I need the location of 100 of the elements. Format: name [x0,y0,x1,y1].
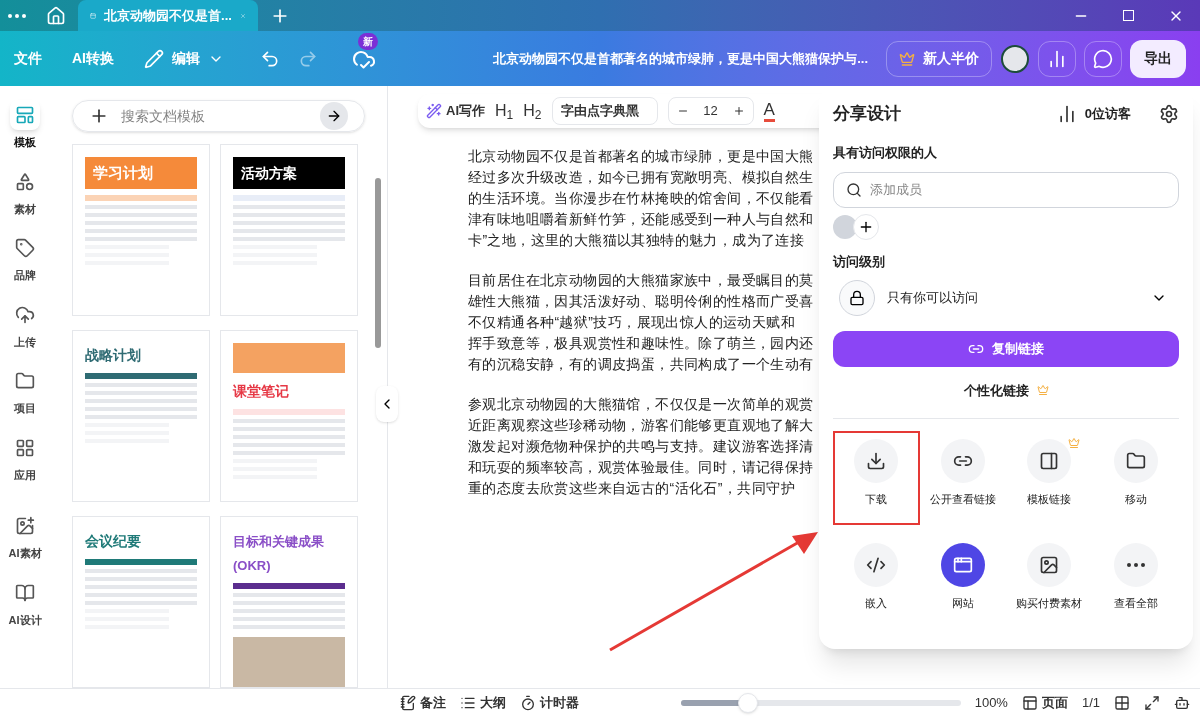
plus-icon[interactable] [732,105,745,117]
new-badge: 新 [358,32,378,50]
share-action[interactable]: 模板链接 [1006,431,1093,525]
template-title: 学习计划 [93,164,153,181]
timer-button[interactable]: 计时器 [520,692,579,713]
analytics-button[interactable] [1038,40,1076,77]
sidebar-item[interactable]: AI素材 [8,511,42,562]
scrollbar-thumb[interactable] [375,178,381,348]
template-title: 战略计划 [85,347,141,363]
share-action[interactable]: 移动 [1092,431,1179,525]
avatar [833,215,857,239]
action-icon [1039,451,1060,471]
share-action[interactable]: 嵌入 [833,535,920,629]
member-search-box[interactable]: 添加成员 [833,172,1179,208]
crown-icon [1036,384,1049,397]
page-view-button[interactable]: 页面 [1021,692,1068,713]
lock-icon [849,289,865,306]
sidebar-icon [15,582,35,603]
maximize-icon[interactable] [1123,10,1134,21]
share-action[interactable]: 购买付费素材 [1006,535,1093,629]
sidebar-icon [15,371,35,391]
notes-icon [400,694,416,711]
sidebar-icon [15,171,35,192]
custom-link-button[interactable]: 个性化链接 [963,380,1029,400]
action-icon [1039,555,1060,575]
action-icon [952,555,973,575]
share-action[interactable]: 网站 [919,535,1006,629]
section-heading: 访问级别 [833,253,886,271]
zoom-slider-thumb[interactable] [737,692,758,713]
assistant-icon[interactable] [1174,694,1190,711]
search-icon [846,182,862,198]
bar-chart-icon [1047,48,1067,69]
share-action[interactable]: 公开查看链接 [919,431,1006,525]
magic-wand-icon [426,103,442,119]
template-card[interactable]: 战略计划 [72,330,210,502]
member-search-input[interactable]: 添加成员 [870,180,1166,200]
document-paragraph: 目前居住在北京动物园的大熊猫家族中，最受瞩目的莫 雄性大熊猫，因其活泼好动、聪明伶俐的性格而广受喜 不仅精通各种“越狱”技巧，展现出惊人的运动天赋和 挥手致意等，极具观赏性和趣味性。除了萌兰，园内还 有的沉稳安静，有的调皮捣蛋，共同构成了一个生动有 [468,271,814,374]
sidebar-item[interactable]: 项目 [10,366,40,417]
collapse-panel-button[interactable] [376,386,398,422]
comment-icon [1093,48,1113,69]
template-title: 活动方案 [241,165,297,181]
outline-button[interactable]: 大纲 [460,692,506,713]
zoom-slider[interactable] [680,691,961,714]
crown-icon [899,50,915,67]
plus-icon [858,219,874,235]
timer-icon [520,694,536,711]
template-card[interactable]: 课堂笔记 [220,330,358,502]
more-icon[interactable] [1126,563,1145,567]
page-icon [1021,694,1038,711]
template-card[interactable]: 活动方案 [220,144,358,316]
sidebar-item[interactable]: 上传 [10,299,40,350]
add-member-button[interactable] [853,214,879,240]
share-action[interactable]: 查看全部 [1092,535,1179,629]
home-icon[interactable] [46,5,66,26]
heading-1-button[interactable]: H$_{1}$ [495,99,514,123]
search-go-button[interactable] [320,102,348,130]
promo-button[interactable]: 新人半价 [886,40,992,77]
sidebar-item[interactable]: 素材 [10,166,40,217]
export-button[interactable]: 导出 [1130,39,1186,78]
heading-2-button[interactable]: H$_{2}$ [523,99,542,123]
section-heading: 具有访问权限的人 [833,143,938,162]
template-search-input[interactable]: 搜索文档模板 [121,105,308,127]
text-color-button[interactable]: A [763,100,775,122]
sidebar-icon [15,516,35,536]
panel-title: 分享设计 [833,103,901,125]
sidebar-icon [15,437,35,458]
template-title: 会议纪要 [85,533,141,549]
font-size-stepper[interactable]: 12 [667,97,754,125]
page-count: 1/1 [1081,693,1100,712]
document-title: 北京动物园不仅是首都著名的城市绿肺，更是中国大熊猫保护与... [493,49,868,68]
copy-link-button[interactable]: 复制链接 [833,330,1179,367]
document-paragraph: 北京动物园不仅是首都著名的城市绿肺，更是中国大熊 经过多次升级改造，如今已拥有宽敞明亮、模拟自然生 的生活环境。当你漫步在竹林掩映的馆舍间，不仅能看 津有味地咀嚼着新鲜竹笋，还能感受到一种人与自然和 卡”之地，这里的大熊猫以其独特的魅力，成为了连接 [468,147,814,250]
template-card[interactable]: 目标和关键成果(OKR) [220,516,358,688]
template-title: 课堂笔记 [233,383,289,399]
sidebar-item[interactable]: 应用 [10,432,40,483]
comment-button[interactable] [1084,40,1122,77]
font-dropdown[interactable]: 字由点字典黑 [551,97,658,125]
sidebar-item[interactable]: AI设计 [8,577,42,628]
template-card[interactable]: 会议纪要 [72,516,210,688]
undo-icon[interactable] [260,48,280,69]
arrow-right-icon [326,108,342,124]
sidebar-item[interactable]: 品牌 [10,233,40,284]
access-level-dropdown[interactable]: 只有你可以访问 [833,277,1179,318]
document-paragraph: 参观北京动物园的大熊猫馆，不仅仅是一次简单的观赏 近距离观察这些珍稀动物，游客们能够更直观地了解大 激发起对濒危物种保护的共鸣与支持。建议游客选择清 和玩耍的频率较高，观赏体验最佳。同时，请记得保持 重的态度去欣赏这些来自远古的“活化石”，共同守护 [468,395,814,498]
share-action[interactable]: 下载 [833,431,920,525]
grid-view-icon[interactable] [1114,694,1130,711]
zoom-level: 100% [974,693,1008,712]
sidebar-icon [15,304,35,325]
avatar[interactable] [1001,44,1029,73]
sidebar-icon [15,238,35,258]
font-size-value: 12 [703,102,718,121]
template-title: 目标和关键成果(OKR) [233,534,324,573]
notes-button[interactable]: 备注 [400,692,446,713]
fullscreen-icon[interactable] [1144,694,1160,711]
pencil-icon [144,48,164,69]
action-icon [866,555,887,575]
sidebar-icon [15,105,35,125]
settings-icon[interactable] [1159,103,1179,124]
action-icon [866,451,887,471]
ai-write-button[interactable]: AI写作 [426,101,485,121]
